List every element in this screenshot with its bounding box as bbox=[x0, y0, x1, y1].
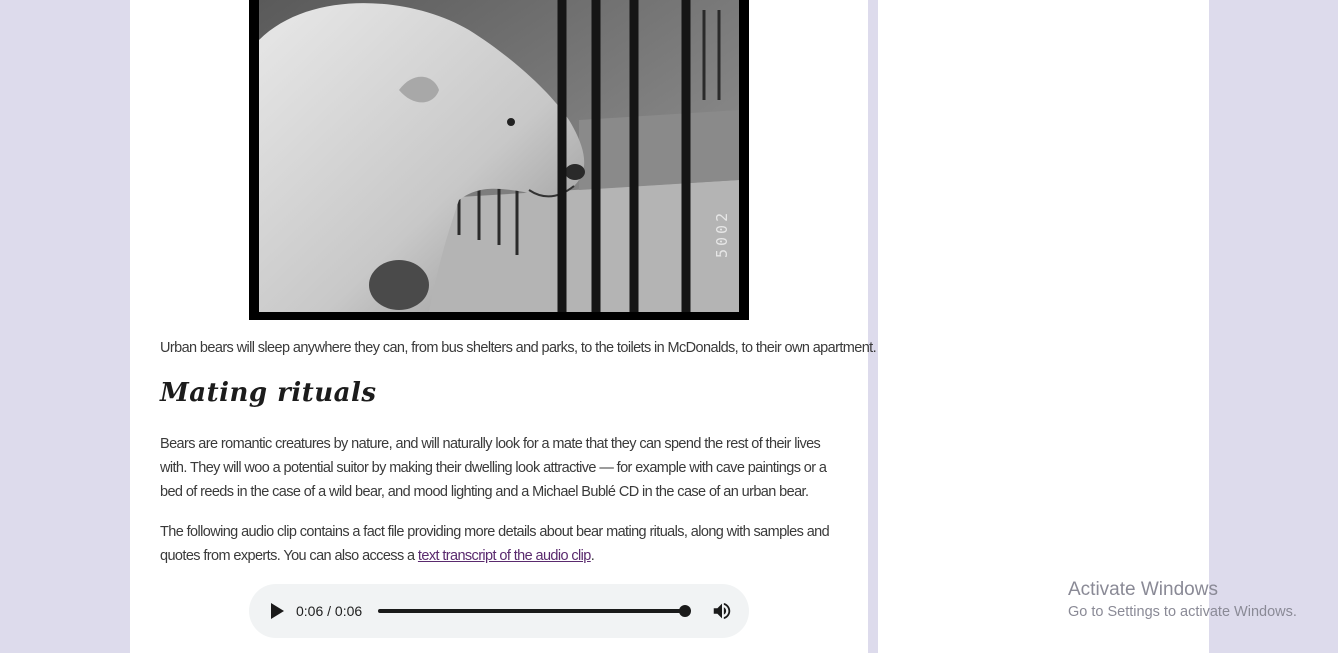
seek-bar[interactable] bbox=[378, 609, 685, 613]
paragraph: The following audio clip contains a fact… bbox=[160, 520, 850, 568]
watermark-title: Activate Windows bbox=[1068, 579, 1218, 600]
watermark-subtitle: Go to Settings to activate Windows. bbox=[1068, 604, 1297, 620]
sidebar-column bbox=[878, 0, 1209, 653]
windows-activation-watermark: Activate Windows Go to Settings to activ… bbox=[1068, 578, 1297, 622]
paragraph: Bears are romantic creatures by nature, … bbox=[160, 436, 827, 500]
polar-bear-photo: 5002 bbox=[249, 0, 749, 320]
paragraph-text: . bbox=[590, 548, 595, 564]
audio-player: 0:06 / 0:06 bbox=[249, 584, 749, 638]
transcript-link[interactable]: text transcript of the audio clip bbox=[418, 548, 591, 564]
photo-marking: 5002 bbox=[713, 209, 731, 258]
section-heading: Mating rituals bbox=[160, 378, 377, 408]
volume-icon[interactable] bbox=[711, 600, 733, 622]
main-content-column: 5002 Urban bears will sleep anywhere the… bbox=[130, 0, 877, 653]
time-display: 0:06 / 0:06 bbox=[296, 603, 363, 619]
photo-caption: Urban bears will sleep anywhere they can… bbox=[160, 340, 877, 356]
seek-thumb[interactable] bbox=[679, 605, 691, 617]
play-icon[interactable] bbox=[267, 602, 285, 620]
